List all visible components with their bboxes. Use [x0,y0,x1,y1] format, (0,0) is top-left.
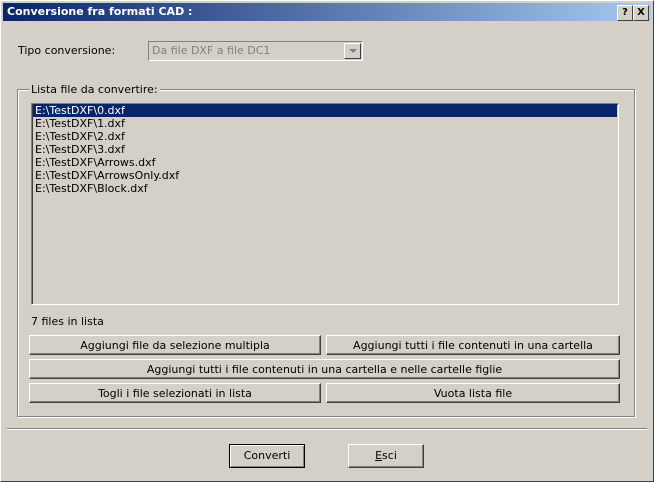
chevron-down-icon [349,49,357,53]
list-item[interactable]: E:\TestDXF\2.dxf [33,130,618,143]
remove-selected-button[interactable]: Togli i file selezionati in lista [29,383,321,403]
file-count-text: 7 files in lista [31,315,104,328]
add-folder-recursive-button[interactable]: Aggiungi tutti i file contenuti in una c… [29,359,620,379]
conversion-type-value: Da file DXF a file DC1 [152,44,271,57]
list-item[interactable]: E:\TestDXF\Arrows.dxf [33,156,618,169]
title-bar[interactable]: Conversione fra formati CAD : ? X [3,3,651,21]
conversion-type-label: Tipo conversione: [18,44,116,57]
add-multi-selection-button[interactable]: Aggiungi file da selezione multipla [29,335,321,355]
file-listbox[interactable]: E:\TestDXF\0.dxf E:\TestDXF\1.dxf E:\Tes… [31,103,619,305]
list-item[interactable]: E:\TestDXF\0.dxf [33,104,617,117]
dropdown-button[interactable] [344,43,361,59]
help-button[interactable]: ? [617,5,633,21]
list-item[interactable]: E:\TestDXF\1.dxf [33,117,618,130]
clear-list-button[interactable]: Vuota lista file [326,383,620,403]
convert-button[interactable]: Converti [229,444,305,468]
add-folder-button[interactable]: Aggiungi tutti i file contenuti in una c… [326,335,620,355]
file-list-group-title: Lista file da convertire: [29,83,160,96]
exit-button[interactable]: Esci [348,444,424,468]
exit-button-label: sci [382,449,397,462]
conversion-dialog: Conversione fra formati CAD : ? X Tipo c… [0,0,654,482]
list-item[interactable]: E:\TestDXF\ArrowsOnly.dxf [33,169,618,182]
list-item[interactable]: E:\TestDXF\3.dxf [33,143,618,156]
window-title: Conversione fra formati CAD : [7,5,193,18]
list-item[interactable]: E:\TestDXF\Block.dxf [33,182,618,195]
conversion-type-select[interactable]: Da file DXF a file DC1 [148,41,363,61]
close-button[interactable]: X [633,5,649,21]
exit-button-mnemonic: E [375,449,383,462]
separator [7,428,647,430]
